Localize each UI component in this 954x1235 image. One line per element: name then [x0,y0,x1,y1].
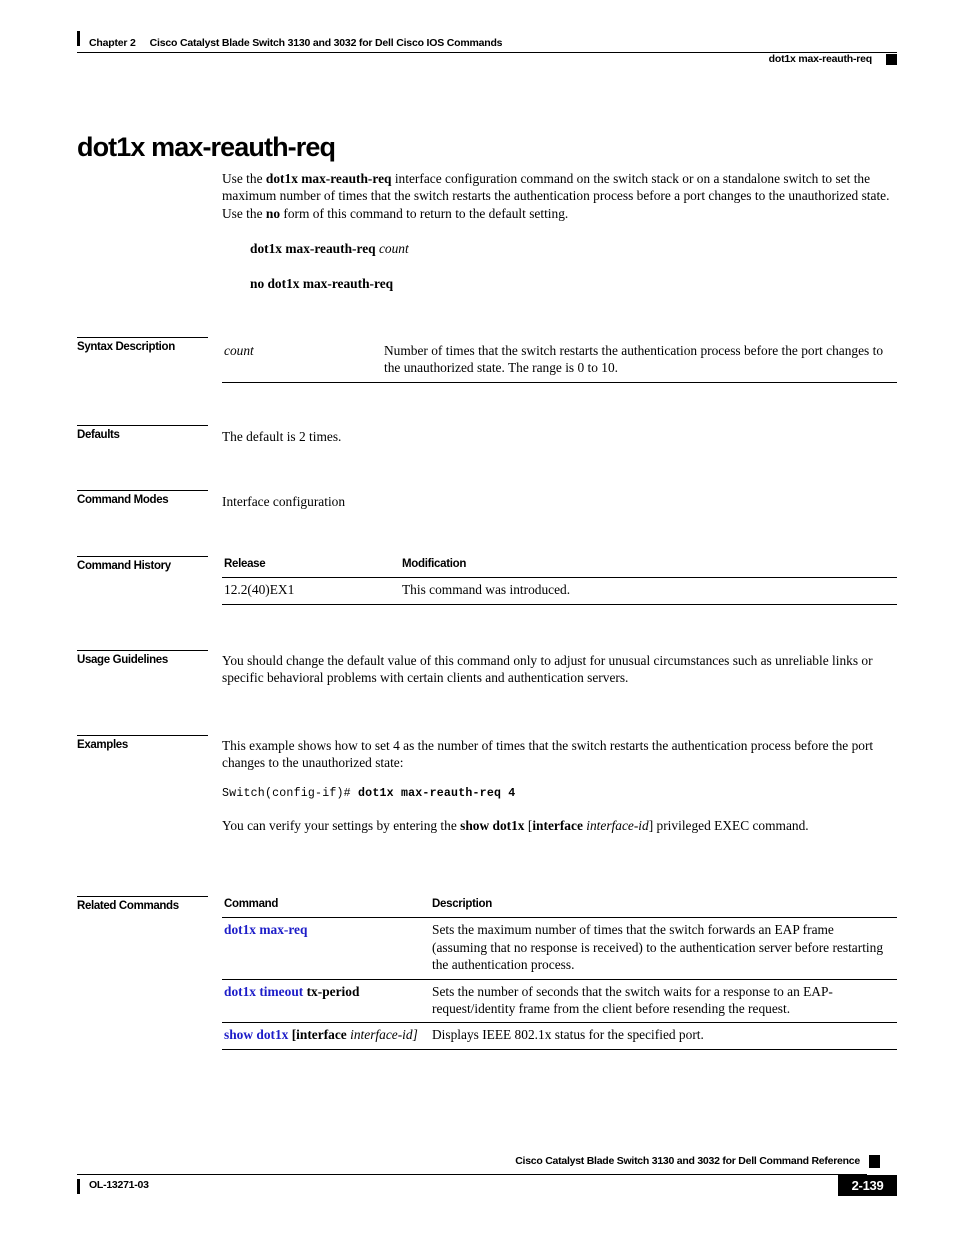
table-row: dot1x max-req Sets the maximum number of… [222,917,897,980]
defaults-body: The default is 2 times. [222,428,897,445]
section-label-examples: Examples [77,735,208,752]
verify-text-a: You can verify your settings by entering… [222,817,461,833]
table-header-row: Command Description [222,896,897,919]
related-command-cell[interactable]: dot1x max-req [222,917,430,980]
header-chapter-label: Chapter 2 [89,37,136,49]
examples-body: This example shows how to set 4 as the n… [222,737,897,834]
usage-guidelines-text: You should change the default value of t… [222,653,873,686]
related-commands-body: Command Description dot1x max-req Sets t… [222,896,897,1050]
related-command-cell[interactable]: dot1x timeout tx-period [222,979,430,1024]
syntax-term-cell: count [222,339,382,382]
link-dot1x-max-req[interactable]: dot1x max-req [224,922,307,937]
usage-guidelines-body: You should change the default value of t… [222,652,897,687]
footer-doc-title: Cisco Catalyst Blade Switch 3130 and 303… [515,1155,860,1167]
syntax-line-2: no dot1x max-reauth-req [250,275,897,292]
link-dot1x-timeout[interactable]: dot1x timeout [224,984,303,999]
command-history-body: Release Modification 12.2(40)EX1 This co… [222,556,897,605]
column-header-description: Description [430,896,897,919]
syntax-term: count [224,343,254,358]
defaults-text: The default is 2 times. [222,429,342,444]
command-modes-body: Interface configuration [222,493,897,510]
page-footer: Cisco Catalyst Blade Switch 3130 and 303… [77,1155,897,1210]
syntax-command-1: dot1x max-reauth-req [250,241,376,257]
intro-paragraph: Use the dot1x max-reauth-req interface c… [222,170,897,222]
syntax-description-table: count Number of times that the switch re… [222,339,897,383]
syntax-description-cell: Number of times that the switch restarts… [384,343,884,376]
header-bar-marker [77,31,80,46]
footer-bar-marker [77,1179,80,1194]
section-label-usage-guidelines: Usage Guidelines [77,650,208,667]
examples-verify-text: You can verify your settings by entering… [222,817,897,834]
intro-command-bold: dot1x max-reauth-req [265,171,392,186]
footer-page-number: 2-139 [838,1175,897,1196]
modification-value: This command was introduced. [400,577,897,605]
syntax-description-body: count Number of times that the switch re… [222,339,897,383]
intro-body: Use the dot1x max-reauth-req interface c… [222,170,897,292]
header-chapter-title: Cisco Catalyst Blade Switch 3130 and 303… [149,37,503,49]
verify-text-c: ] privileged EXEC command. [648,817,809,833]
section-label-related-commands: Related Commands [77,896,208,913]
column-header-command: Command [222,896,430,919]
table-header-row: Release Modification [222,556,897,579]
related-description-cell: Sets the maximum number of times that th… [430,917,897,980]
intro-text-c: form of this command to return to the de… [280,205,569,221]
column-header-modification: Modification [400,556,897,579]
syntax-argument-1: count [378,241,409,257]
section-label-command-modes: Command Modes [77,490,208,507]
header-running-command: dot1x max-reauth-req [768,53,873,65]
section-label-command-history: Command History [77,556,208,573]
release-value: 12.2(40)EX1 [222,577,400,605]
section-label-defaults: Defaults [77,425,208,442]
verify-interface-keyword: interface [532,817,583,833]
running-header: Chapter 2 Cisco Catalyst Blade Switch 31… [77,31,897,71]
table-row: dot1x timeout tx-period Sets the number … [222,979,897,1024]
footer-square-marker [869,1155,880,1168]
syntax-command-2: no dot1x max-reauth-req [250,275,394,291]
table-row: count Number of times that the switch re… [222,339,897,382]
verify-show-command: show dot1x [460,817,525,833]
related-description-cell: Displays IEEE 802.1x status for the spec… [430,1022,897,1050]
column-header-release: Release [222,556,400,579]
document-page: Chapter 2 Cisco Catalyst Blade Switch 31… [0,0,954,1235]
related-commands-table: Command Description dot1x max-req Sets t… [222,896,897,1050]
verify-interface-id: interface-id [586,817,649,833]
related-command-plain-2: [interface [288,1027,347,1043]
header-command-line: dot1x max-reauth-req [769,53,897,65]
link-show-dot1x[interactable]: show dot1x [224,1027,288,1042]
footer-doc-number: OL-13271-03 [89,1179,149,1191]
intro-text-a: Use the [222,171,266,186]
examples-intro-text: This example shows how to set 4 as the n… [222,738,874,771]
intro-no-bold: no [265,205,281,221]
code-prompt: Switch(config-if)# [222,786,358,800]
related-command-plain-1: tx-period [303,983,360,999]
syntax-line-1: dot1x max-reauth-req count [250,240,897,257]
page-title: dot1x max-reauth-req [77,132,336,163]
intro-section: Use the dot1x max-reauth-req interface c… [77,170,897,292]
table-row: 12.2(40)EX1 This command was introduced. [222,577,897,605]
header-square-marker [886,53,897,65]
command-history-table: Release Modification 12.2(40)EX1 This co… [222,556,897,605]
example-code-block: Switch(config-if)# dot1x max-reauth-req … [222,786,897,802]
command-modes-text: Interface configuration [222,494,346,509]
header-chapter-line: Chapter 2 Cisco Catalyst Blade Switch 31… [77,31,897,49]
code-command: dot1x max-reauth-req 4 [358,786,516,800]
related-description-cell: Sets the number of seconds that the swit… [430,979,897,1024]
table-row: show dot1x [interface interface-id] Disp… [222,1022,897,1050]
related-command-cell[interactable]: show dot1x [interface interface-id] [222,1022,430,1050]
related-command-italic-2: interface-id] [350,1027,418,1043]
section-label-syntax-description: Syntax Description [77,337,208,354]
footer-rule [77,1174,867,1176]
